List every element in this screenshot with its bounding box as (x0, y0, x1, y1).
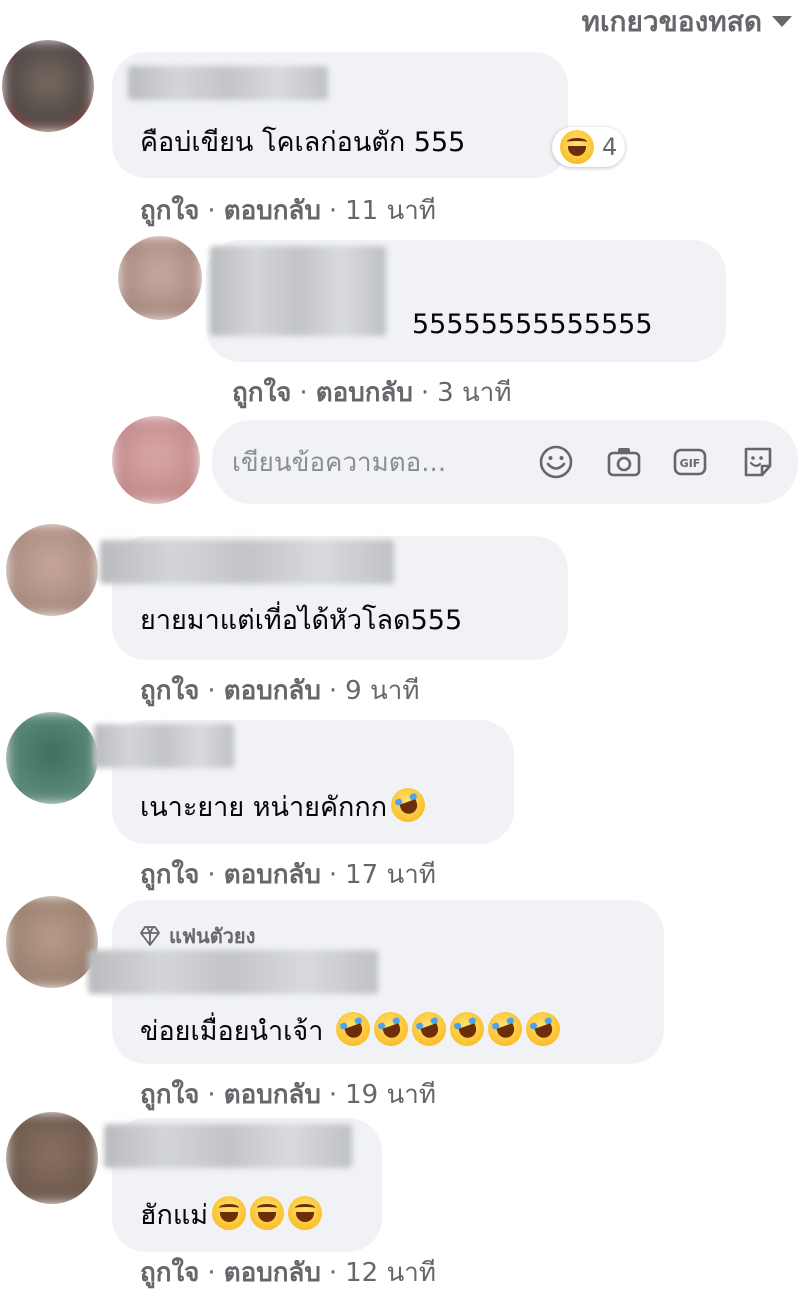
chevron-down-icon (772, 16, 792, 27)
comment-actions: ถูกใจ · ตอบกลับ · 9 นาที (140, 676, 420, 706)
rofl-emoji-icon (369, 1007, 413, 1051)
like-link[interactable]: ถูกใจ (140, 196, 199, 226)
comment-text-content: ฮักแม่ (140, 1200, 209, 1231)
rofl-emoji-icon (331, 1007, 375, 1051)
comment-text: ข่อยเมื่อยนำเจ้า (140, 1007, 565, 1051)
comment-text-content: ข่อยเมื่อยนำเจ้า (140, 1016, 324, 1047)
reaction-count: 4 (602, 133, 618, 161)
reply-link[interactable]: ตอบกลับ (224, 1258, 321, 1288)
commenter-name-blurred[interactable] (210, 246, 386, 336)
reply-link[interactable]: ตอบกลับ (224, 1080, 321, 1110)
timestamp[interactable]: 17 นาที (345, 860, 436, 890)
reply-link[interactable]: ตอบกลับ (224, 676, 321, 706)
laughing-reaction-icon (560, 130, 594, 164)
timestamp[interactable]: 3 นาที (437, 378, 511, 408)
comment-text: 55555555555555 (412, 309, 653, 340)
smiley-icon[interactable] (538, 444, 574, 480)
laughing-emoji-icon (288, 1196, 323, 1230)
avatar[interactable] (6, 896, 98, 988)
commenter-name-blurred[interactable] (88, 950, 378, 994)
reply-link[interactable]: ตอบกลับ (224, 860, 321, 890)
like-link[interactable]: ถูกใจ (140, 1258, 199, 1288)
avatar[interactable] (6, 1112, 98, 1204)
timestamp[interactable]: 11 นาที (345, 196, 436, 226)
rofl-emoji-icon (521, 1007, 565, 1051)
svg-text:GIF: GIF (680, 457, 701, 470)
commenter-name-blurred[interactable] (100, 540, 394, 584)
comment-text: ยายมาแต่เที่อได้หัวโลด555 (140, 605, 463, 636)
current-user-avatar[interactable] (112, 416, 200, 504)
rofl-emoji-icon (445, 1007, 489, 1051)
avatar[interactable] (6, 712, 98, 804)
reply-input[interactable] (230, 420, 534, 506)
like-link[interactable]: ถูกใจ (140, 1080, 199, 1110)
comment-text: ฮักแม่ (140, 1196, 323, 1233)
comment-actions: ถูกใจ · ตอบกลับ · 17 นาที (140, 860, 437, 890)
gif-icon[interactable]: GIF (672, 444, 708, 480)
commenter-name-blurred[interactable] (94, 724, 234, 768)
reply-composer: GIF (212, 420, 798, 506)
rofl-emoji-icon (386, 783, 430, 827)
reply-link[interactable]: ตอบกลับ (316, 378, 413, 408)
comment-actions: ถูกใจ · ตอบกลับ · 11 นาที (140, 196, 437, 226)
avatar[interactable] (2, 40, 94, 132)
timestamp[interactable]: 9 นาที (345, 676, 419, 706)
commenter-name-blurred[interactable] (104, 1124, 352, 1168)
laughing-emoji-icon (212, 1196, 247, 1230)
comment-actions: ถูกใจ · ตอบกลับ · 3 นาที (232, 378, 512, 408)
sticker-icon[interactable] (740, 444, 776, 480)
top-fan-badge[interactable]: แฟนตัวยง (138, 920, 255, 952)
badge-label: แฟนตัวยง (168, 924, 256, 948)
timestamp[interactable]: 12 นาที (345, 1258, 436, 1288)
comment-actions: ถูกใจ · ตอบกลับ · 19 นาที (140, 1080, 437, 1110)
timestamp[interactable]: 19 นาที (345, 1080, 436, 1110)
sort-label: ทเกยวของทสด (581, 5, 762, 38)
like-link[interactable]: ถูกใจ (140, 860, 199, 890)
comment-text: เนาะยาย หน่ายคักกก (140, 783, 430, 827)
rofl-emoji-icon (483, 1007, 527, 1051)
like-link[interactable]: ถูกใจ (232, 378, 291, 408)
reaction-count-pill[interactable]: 4 (552, 127, 626, 167)
comment-text-content: เนาะยาย หน่ายคักกก (140, 792, 388, 823)
rofl-emoji-icon (407, 1007, 451, 1051)
reply-link[interactable]: ตอบกลับ (224, 196, 321, 226)
sort-dropdown[interactable]: ทเกยวของทสด (582, 0, 792, 44)
avatar[interactable] (118, 236, 202, 320)
avatar[interactable] (6, 524, 98, 616)
laughing-emoji-icon (250, 1196, 285, 1230)
diamond-icon (140, 926, 160, 946)
comment-text: คือบ่เขียน โคเลก่อนตัก 555 (140, 127, 466, 158)
commenter-name-blurred[interactable] (128, 66, 328, 100)
like-link[interactable]: ถูกใจ (140, 676, 199, 706)
comment-actions: ถูกใจ · ตอบกลับ · 12 นาที (140, 1258, 437, 1288)
camera-icon[interactable] (606, 444, 642, 480)
